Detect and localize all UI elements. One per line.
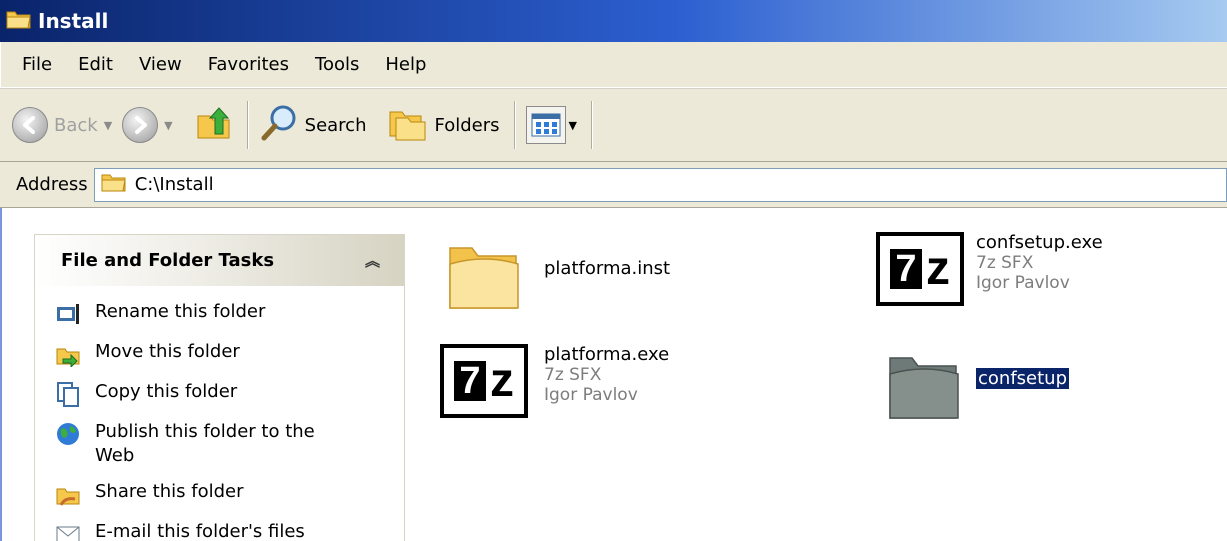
search-button[interactable]: Search <box>259 103 367 148</box>
task-share-folder[interactable]: Share this folder <box>35 474 404 514</box>
address-field[interactable]: C:\Install <box>93 167 1227 202</box>
task-rename-folder[interactable]: Rename this folder <box>35 294 404 334</box>
title-bar[interactable]: Install <box>0 0 1227 42</box>
task-label: Move this folder <box>95 341 240 362</box>
folder-icon <box>886 344 962 429</box>
task-list: Rename this folder Move this folder Copy… <box>34 286 405 541</box>
toolbar-separator <box>246 101 249 149</box>
copy-icon <box>55 381 81 407</box>
menu-view[interactable]: View <box>126 50 195 79</box>
forward-button[interactable]: ▼ <box>122 107 173 143</box>
back-dropdown-icon[interactable]: ▼ <box>104 119 112 132</box>
folder-icon <box>6 8 32 35</box>
file-type: 7z SFX <box>544 365 602 385</box>
folder-icon <box>101 171 127 198</box>
task-label: Publish this folder to the Web <box>95 421 315 466</box>
left-border <box>0 208 4 541</box>
share-icon <box>55 481 81 507</box>
forward-arrow-icon <box>122 107 159 143</box>
file-item[interactable]: 7z confsetup.exe 7z SFX Igor Pavlov <box>876 232 1103 306</box>
address-value: C:\Install <box>134 174 214 195</box>
menu-help[interactable]: Help <box>372 50 439 79</box>
address-label: Address <box>16 174 88 195</box>
file-item[interactable]: confsetup <box>886 344 1070 429</box>
window-title: Install <box>38 9 109 33</box>
collapse-chevron-icon[interactable]: ︽ <box>365 250 380 271</box>
menu-favorites[interactable]: Favorites <box>195 50 302 79</box>
task-label: E-mail this folder's files <box>95 521 305 541</box>
task-publish-web[interactable]: Publish this folder to the Web <box>35 414 404 474</box>
menu-edit[interactable]: Edit <box>65 50 126 79</box>
address-bar: Address C:\Install <box>0 162 1227 208</box>
task-email-files[interactable]: E-mail this folder's files <box>35 514 404 541</box>
file-name: confsetup <box>975 367 1070 390</box>
7z-archive-icon: 7z <box>876 232 964 306</box>
file-name: confsetup.exe <box>976 232 1103 253</box>
menu-file[interactable]: File <box>9 50 65 79</box>
views-button[interactable]: ▼ <box>525 106 577 144</box>
folders-icon <box>388 104 428 147</box>
back-label: Back <box>54 114 98 136</box>
toolbar: Back ▼ ▼ Search Folders ▼ <box>0 88 1227 162</box>
task-move-folder[interactable]: Move this folder <box>35 334 404 374</box>
forward-dropdown-icon[interactable]: ▼ <box>164 119 172 132</box>
menu-tools[interactable]: Tools <box>302 50 372 79</box>
file-company: Igor Pavlov <box>544 385 638 405</box>
folders-button[interactable]: Folders <box>388 104 500 147</box>
up-button[interactable] <box>195 104 233 147</box>
rename-icon <box>55 301 81 327</box>
back-button[interactable]: Back ▼ <box>12 107 112 143</box>
toolbar-separator <box>590 101 593 149</box>
file-name: platforma.exe <box>544 344 670 365</box>
folders-label: Folders <box>434 114 500 136</box>
file-company: Igor Pavlov <box>976 273 1070 293</box>
file-type: 7z SFX <box>976 253 1034 273</box>
menu-bar: File Edit View Favorites Tools Help <box>0 42 1227 88</box>
back-arrow-icon <box>12 107 48 143</box>
content-area: File and Folder Tasks ︽ Rename this fold… <box>0 208 1227 541</box>
task-label: Share this folder <box>95 481 244 502</box>
task-panel-header[interactable]: File and Folder Tasks ︽ <box>34 234 405 286</box>
search-label: Search <box>304 114 367 136</box>
task-panel-title: File and Folder Tasks <box>61 250 275 271</box>
toolbar-separator <box>513 101 516 149</box>
email-icon <box>55 521 81 541</box>
file-item[interactable]: 7z platforma.exe 7z SFX Igor Pavlov <box>440 344 669 418</box>
search-icon <box>259 103 299 148</box>
file-item[interactable]: platforma.inst <box>446 234 670 319</box>
folder-up-icon <box>195 104 233 147</box>
7z-archive-icon: 7z <box>440 344 528 418</box>
task-label: Rename this folder <box>95 301 266 322</box>
file-name: platforma.inst <box>544 258 671 279</box>
move-icon <box>55 341 81 369</box>
task-copy-folder[interactable]: Copy this folder <box>35 374 404 414</box>
publish-web-icon <box>55 421 81 447</box>
task-panel: File and Folder Tasks ︽ Rename this fold… <box>34 234 405 541</box>
task-label: Copy this folder <box>95 381 238 402</box>
views-grid-icon <box>525 106 566 144</box>
views-dropdown-icon[interactable]: ▼ <box>569 119 577 132</box>
folder-icon <box>446 234 522 319</box>
